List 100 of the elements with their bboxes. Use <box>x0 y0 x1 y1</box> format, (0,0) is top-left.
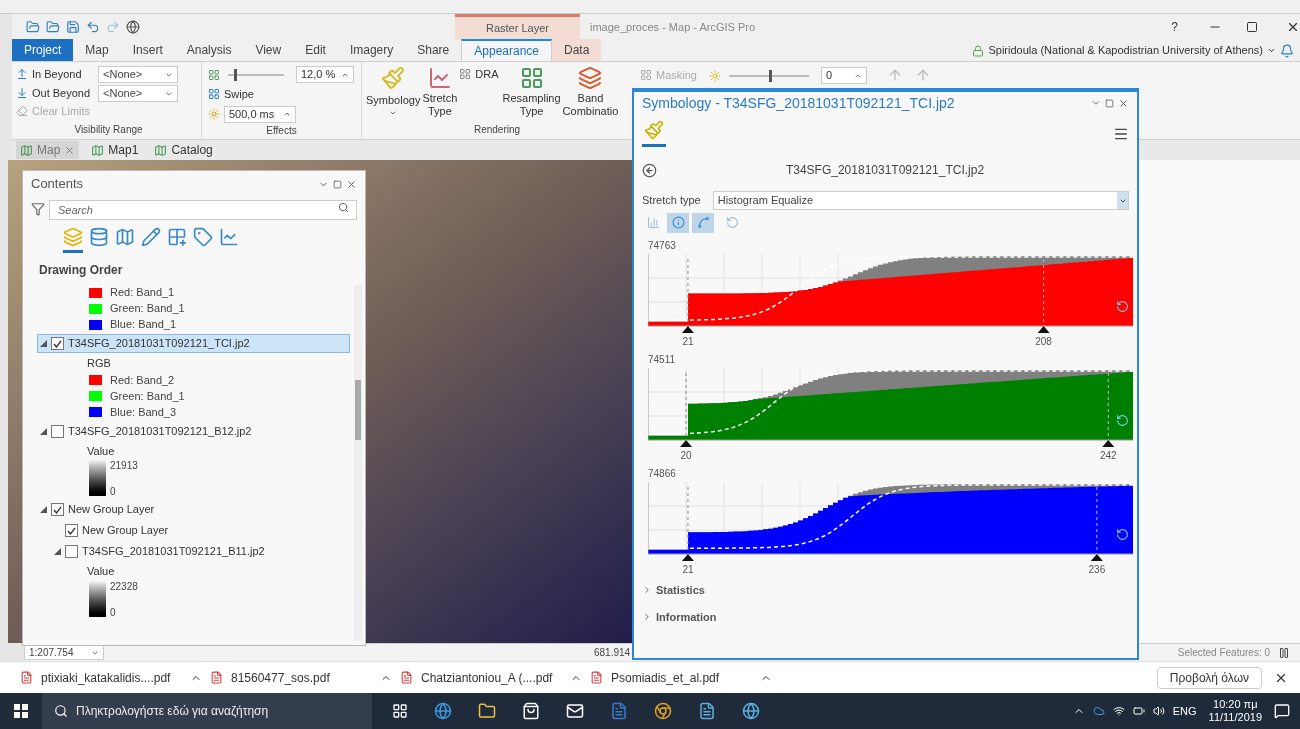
clock-time[interactable]: 10:20 πμ <box>1213 698 1258 711</box>
scale-dropdown[interactable]: <None> <box>98 66 179 83</box>
ribbon-tab[interactable]: Analysis <box>174 39 244 61</box>
in-beyond-button[interactable]: In Beyond <box>16 66 91 83</box>
stretch-type-dropdown[interactable]: Histogram Equalize <box>712 191 1129 210</box>
toolbar-button[interactable] <box>692 212 714 233</box>
download-item[interactable]: ptixiaki_katakalidis....pdf <box>20 668 210 687</box>
ribbon-tab[interactable]: View <box>243 39 294 61</box>
ribbon-tab[interactable]: Data <box>552 39 602 61</box>
layer-checkbox[interactable] <box>65 545 78 558</box>
scrollbar-thumb[interactable] <box>355 380 361 440</box>
ribbon-tab[interactable]: Imagery <box>337 39 406 61</box>
ribbon-tab[interactable]: Appearance <box>461 39 552 61</box>
expander-icon[interactable] <box>40 506 47 513</box>
chart-icon <box>219 227 239 247</box>
layer-checkbox[interactable] <box>51 503 64 516</box>
wifi-icon[interactable] <box>1112 705 1125 717</box>
dra-button[interactable]: DRA <box>459 64 499 83</box>
ribbon-tab[interactable]: Share <box>405 39 462 61</box>
stretch-type-button[interactable]: Stretch Type <box>422 64 458 118</box>
layer-checkbox[interactable] <box>51 337 64 350</box>
taskbar-search-field[interactable]: Πληκτρολογήστε εδώ για αναζήτηση <box>42 693 372 729</box>
expander-icon[interactable] <box>40 340 47 347</box>
slider-track[interactable] <box>228 68 284 81</box>
notifications-icon[interactable] <box>1274 703 1290 719</box>
layer-row[interactable]: T34SFG_20181031T092121_B12.jp2 <box>37 421 350 441</box>
undo-icon[interactable] <box>86 20 100 34</box>
search-field[interactable]: Search <box>49 200 357 220</box>
folder-icon[interactable] <box>478 702 496 720</box>
close-icon[interactable] <box>1286 20 1300 34</box>
slider-thumb[interactable] <box>768 69 772 82</box>
group-label: Rendering <box>472 123 522 137</box>
download-item[interactable]: Chatziantoniou_A (....pdf <box>400 668 590 687</box>
section-heading: Drawing Order <box>38 262 124 279</box>
user-name[interactable]: Spiridoula (National & Kapodistrian University of Athens) <box>988 42 1263 59</box>
ribbon-tab[interactable]: Map <box>73 39 121 61</box>
volume-icon[interactable] <box>1152 705 1165 717</box>
transparency-field[interactable]: 12,0 % <box>296 66 354 83</box>
slider-track[interactable] <box>728 69 809 82</box>
layer-checkbox[interactable] <box>65 524 78 537</box>
chrome-icon[interactable] <box>654 702 672 720</box>
dropdown-icon[interactable] <box>1267 46 1276 55</box>
filter-icon[interactable] <box>31 202 45 216</box>
document-icon[interactable] <box>698 702 716 720</box>
maximize-icon[interactable] <box>1246 21 1258 33</box>
document-icon[interactable] <box>610 702 628 720</box>
battery-icon[interactable] <box>1132 705 1145 717</box>
out-beyond-button[interactable]: Out Beyond <box>16 84 91 101</box>
help-button[interactable]: ? <box>1171 18 1178 36</box>
back-icon[interactable] <box>642 162 657 178</box>
cloud-icon[interactable] <box>1092 705 1105 717</box>
language-indicator[interactable]: ENG <box>1172 702 1197 720</box>
clock-date[interactable]: 11/11/2019 <box>1208 711 1262 724</box>
folder-icon[interactable] <box>26 20 40 34</box>
reset-icon[interactable] <box>1116 528 1129 541</box>
section-toggle[interactable]: Information <box>642 608 1129 625</box>
brightness-field[interactable]: 0 <box>820 67 867 84</box>
document-tab[interactable]: Catalog <box>150 141 217 159</box>
document-tab[interactable]: Map1 <box>87 141 143 159</box>
symbology-button[interactable]: Symbology <box>366 64 421 117</box>
close-icon[interactable] <box>1118 97 1129 109</box>
globe-icon[interactable] <box>434 702 452 720</box>
expander-icon[interactable] <box>54 548 61 555</box>
layer-row[interactable]: T34SFG_20181031T092121_TCI.jp2 <box>37 334 350 353</box>
download-item[interactable]: 81560477_sos.pdf <box>210 668 400 687</box>
toolbar-button[interactable] <box>667 212 689 233</box>
reset-icon[interactable] <box>1116 414 1129 427</box>
dropdown-icon[interactable] <box>1091 98 1101 108</box>
swipe-button[interactable]: Swipe <box>208 86 355 103</box>
symbology-tab[interactable] <box>642 120 666 147</box>
close-icon[interactable] <box>346 178 357 190</box>
mail-icon[interactable] <box>566 702 584 720</box>
globe-icon[interactable] <box>126 20 140 34</box>
search-icon[interactable] <box>338 202 349 213</box>
notification-icon[interactable] <box>1280 43 1294 58</box>
scale-dropdown[interactable]: <None> <box>98 85 179 102</box>
ribbon-tab[interactable]: Insert <box>120 39 175 61</box>
shopping-bag-icon[interactable] <box>522 702 540 720</box>
slider-thumb[interactable] <box>233 68 237 81</box>
flicker-field[interactable]: 500,0 ms <box>224 105 296 123</box>
section-toggle[interactable]: Statistics <box>642 582 1129 599</box>
task-view-icon[interactable] <box>392 703 408 719</box>
view-tab[interactable] <box>63 227 83 253</box>
folder-icon[interactable] <box>46 20 60 34</box>
ribbon-tab[interactable]: Project <box>12 39 74 61</box>
download-item[interactable]: Psomiadis_et_al.pdf <box>590 668 780 687</box>
scrollbar[interactable] <box>354 285 362 641</box>
ribbon-tab[interactable]: Edit <box>293 39 338 61</box>
windows-logo-icon[interactable] <box>14 704 28 718</box>
layer-row[interactable]: T34SFG_20181031T092121_B11.jp2 <box>37 542 350 561</box>
expander-icon[interactable] <box>40 427 47 435</box>
resampling-type-button[interactable]: Resampling Type <box>502 64 561 118</box>
save-icon[interactable] <box>66 20 80 34</box>
band-combination-button[interactable]: Band Combinatio <box>562 64 619 118</box>
layer-row[interactable]: New Group Layer <box>37 521 350 540</box>
globe-icon[interactable] <box>742 702 760 720</box>
layer-checkbox[interactable] <box>51 424 64 438</box>
pause-icon[interactable] <box>1278 646 1290 659</box>
layer-row[interactable]: New Group Layer <box>37 500 350 519</box>
show-all-button[interactable]: Προβολή όλων <box>1156 666 1262 689</box>
